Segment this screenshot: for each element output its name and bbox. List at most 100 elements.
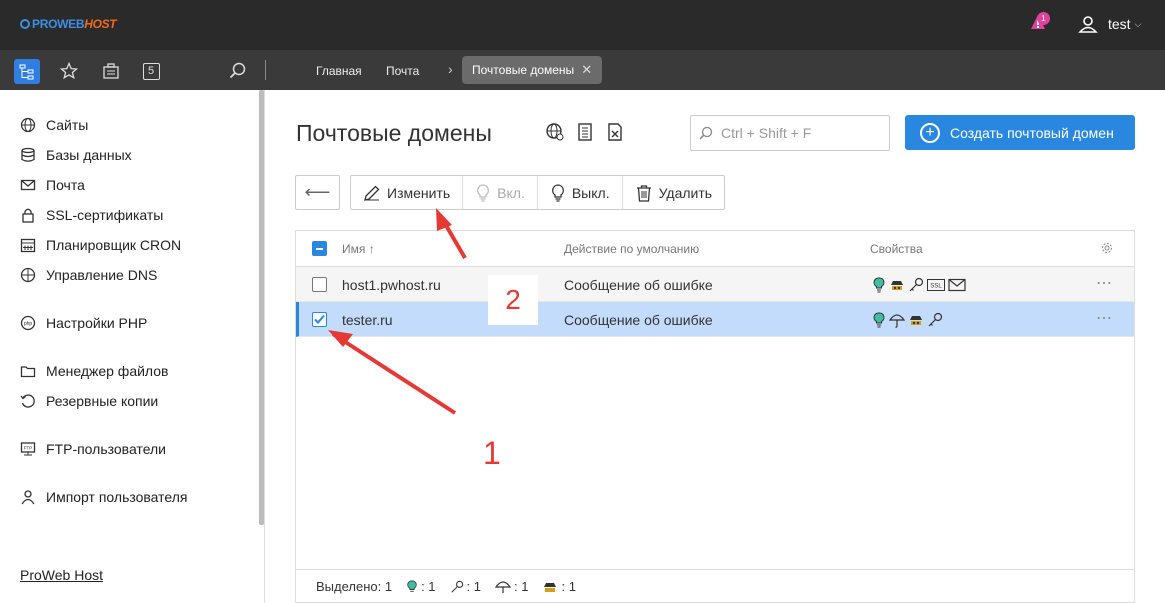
sidebar-item-files[interactable]: Менеджер файлов [20, 363, 169, 379]
row-checkbox-checked[interactable] [312, 312, 327, 327]
spy-icon [544, 582, 557, 592]
delete-button[interactable]: Удалить [623, 176, 724, 209]
close-tab-icon[interactable]: ✕ [581, 62, 592, 78]
notification-button[interactable]: 1 [1028, 12, 1050, 36]
status-spy-count: : 1 [561, 579, 576, 594]
action-toolbar: Изменить Вкл. Выкл. Удалить [350, 175, 726, 210]
select-all-checkbox[interactable] [312, 241, 327, 256]
column-header-properties[interactable]: Свойства [870, 242, 923, 256]
column-settings-gear-icon[interactable] [1101, 242, 1113, 254]
ftp-icon: FTP [20, 442, 36, 456]
checkmark-icon [314, 314, 325, 324]
sidebar-item-ssl[interactable]: SSL-сертификаты [20, 207, 163, 223]
search-icon [229, 62, 246, 79]
star-icon [60, 62, 78, 80]
mail-domains-table: Имя ↑ Действие по умолчанию Свойства hos… [295, 230, 1135, 603]
status-bulb: : 1 [406, 579, 436, 594]
globe-settings-icon[interactable] [545, 122, 565, 142]
sidebar-item-label: Базы данных [46, 147, 132, 163]
globe-icon [20, 117, 36, 133]
bulb-active-icon [407, 580, 417, 592]
tabs-counter-button[interactable]: 5 [140, 60, 162, 82]
folder-icon [20, 366, 36, 378]
user-import-icon [21, 490, 35, 505]
property-icons [872, 312, 943, 328]
sidebar-item-php[interactable]: php Настройки PHP [20, 315, 147, 331]
row-checkbox[interactable] [312, 277, 327, 292]
user-menu[interactable]: test ⌵ [1078, 14, 1141, 34]
status-umbrella: : 1 [495, 579, 528, 595]
lock-icon [22, 208, 34, 223]
key-icon [450, 580, 463, 593]
search-icon [699, 126, 713, 140]
sidebar-item-label: Планировщик CRON [46, 237, 182, 253]
main-content: Почтовые домены Ctrl + Shift + F + Созда… [265, 90, 1165, 603]
mail-icon [20, 179, 36, 191]
breadcrumb-home[interactable]: Главная [316, 64, 362, 78]
sidebar-item-ftp[interactable]: FTP FTP-пользователи [20, 441, 166, 457]
table-header: Имя ↑ Действие по умолчанию Свойства [296, 231, 1134, 267]
enable-button[interactable]: Вкл. [463, 176, 538, 209]
disable-button-label: Выкл. [571, 184, 610, 201]
logo-text-accent: HOST [84, 17, 117, 31]
breadcrumb-arrow-icon: › [448, 61, 453, 77]
table-row[interactable]: host1.pwhost.ru Сообщение об ошибке SSL … [296, 267, 1134, 302]
svg-text:SSL: SSL [930, 284, 942, 290]
sidebar-scrollbar[interactable] [259, 90, 264, 525]
excel-export-icon[interactable] [605, 122, 625, 142]
sidebar-item-import-user[interactable]: Импорт пользователя [20, 489, 188, 505]
chevron-down-icon: ⌵ [1134, 18, 1142, 29]
toolbar-divider [265, 60, 266, 80]
menu-tree-button[interactable] [14, 59, 40, 84]
logo-icon [20, 19, 30, 29]
status-spy: : 1 [542, 579, 576, 594]
footer-brand-link[interactable]: ProWeb Host [20, 567, 103, 583]
sidebar-item-backups[interactable]: Резервные копии [20, 393, 158, 409]
breadcrumb-mail[interactable]: Почта [386, 64, 419, 78]
user-icon [1078, 16, 1098, 33]
sidebar-item-mail[interactable]: Почта [20, 177, 85, 193]
sidebar-item-databases[interactable]: Базы данных [20, 147, 132, 163]
logo[interactable]: PROWEB HOST [20, 17, 117, 31]
envelope-icon [948, 278, 966, 292]
create-mail-domain-button[interactable]: + Создать почтовый домен [905, 115, 1135, 150]
pencil-icon [364, 185, 380, 201]
bulb-active-icon [873, 312, 885, 328]
selected-count: Выделено: 1 [316, 579, 393, 594]
search-input[interactable]: Ctrl + Shift + F [690, 115, 890, 151]
disable-button[interactable]: Выкл. [538, 176, 623, 209]
sidebar-item-label: FTP-пользователи [46, 441, 166, 457]
tab-mail-domains[interactable]: Почтовые домены ✕ [462, 56, 603, 84]
top-bar: PROWEB HOST 1 test ⌵ [0, 0, 1165, 50]
edit-button[interactable]: Изменить [351, 176, 464, 209]
bulb-active-icon [873, 277, 885, 293]
sidebar-item-label: Управление DNS [46, 267, 158, 283]
bulb-off-icon [551, 183, 564, 202]
sidebar-item-label: SSL-сертификаты [46, 207, 164, 223]
document-list-icon[interactable] [575, 122, 595, 142]
row-menu-icon[interactable]: ⋯ [1096, 273, 1113, 293]
sidebar-item-sites[interactable]: Сайты [20, 117, 88, 133]
umbrella-icon [889, 314, 905, 328]
dashboard-button[interactable] [100, 60, 122, 82]
trash-icon [636, 184, 651, 202]
row-menu-icon[interactable]: ⋯ [1096, 308, 1113, 328]
table-row-selected[interactable]: tester.ru Сообщение об ошибке ⋯ [296, 302, 1134, 337]
property-icons: SSL [872, 277, 966, 293]
sidebar-item-dns[interactable]: Управление DNS [20, 267, 157, 283]
favorites-button[interactable] [58, 60, 80, 82]
column-header-name[interactable]: Имя ↑ [342, 242, 375, 256]
key-icon [909, 277, 924, 292]
tabs-counter: 5 [142, 62, 160, 80]
sidebar: Сайты Базы данных Почта SSL-сертификаты … [0, 90, 265, 603]
global-search-button[interactable] [227, 60, 249, 82]
page-title: Почтовые домены [296, 120, 492, 146]
column-header-default-action[interactable]: Действие по умолчанию [564, 242, 699, 256]
php-icon: php [20, 315, 36, 331]
annotation-label-1: 1 [483, 435, 501, 471]
spy-icon [891, 281, 903, 290]
sidebar-item-cron[interactable]: Планировщик CRON [20, 237, 181, 253]
back-button[interactable]: ⟵ [295, 175, 340, 210]
sidebar-item-label: Менеджер файлов [46, 363, 169, 379]
edit-button-label: Изменить [387, 184, 451, 201]
